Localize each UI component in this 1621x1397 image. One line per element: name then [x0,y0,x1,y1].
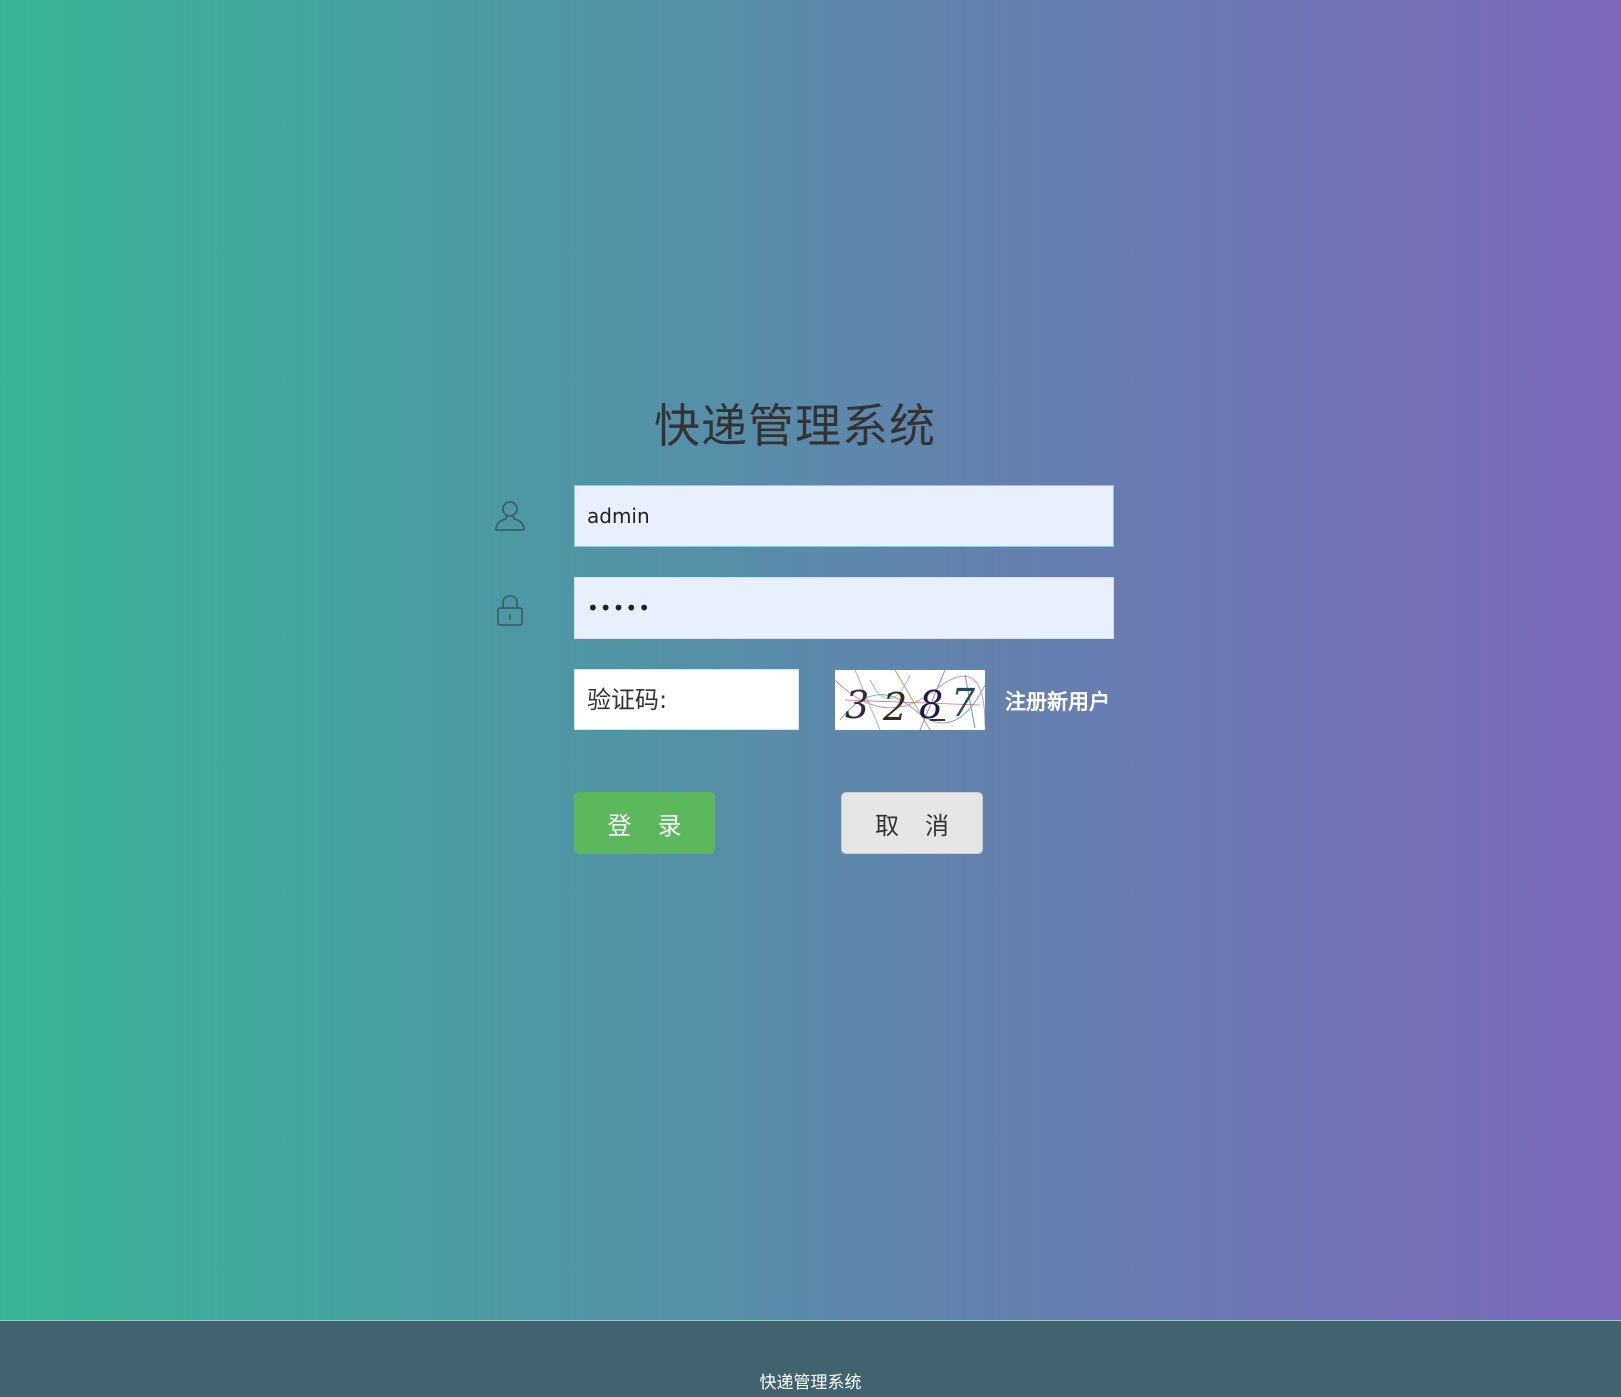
gradient-background [0,0,1621,1321]
page-title: 快递管理系统 [654,399,936,453]
user-icon [492,498,528,534]
register-link[interactable]: 注册新用户 [1005,686,1110,716]
login-button[interactable]: 登录 [574,792,715,854]
username-input[interactable] [574,485,1114,547]
captcha-char-2: 2 [882,685,907,729]
captcha-image[interactable]: 3 2 8 7 [835,670,985,730]
captcha-char-1: 3 [845,683,869,727]
footer-text: 快递管理系统 [759,1373,862,1393]
captcha-char-4: 7 [951,681,976,725]
lock-icon [492,592,528,628]
cancel-button[interactable]: 取消 [841,792,983,854]
captcha-input[interactable] [574,669,799,730]
footer: 快递管理系统 [0,1320,1621,1397]
password-input[interactable] [574,577,1114,639]
login-page: 快递管理系统 3 2 8 [0,0,1621,1397]
